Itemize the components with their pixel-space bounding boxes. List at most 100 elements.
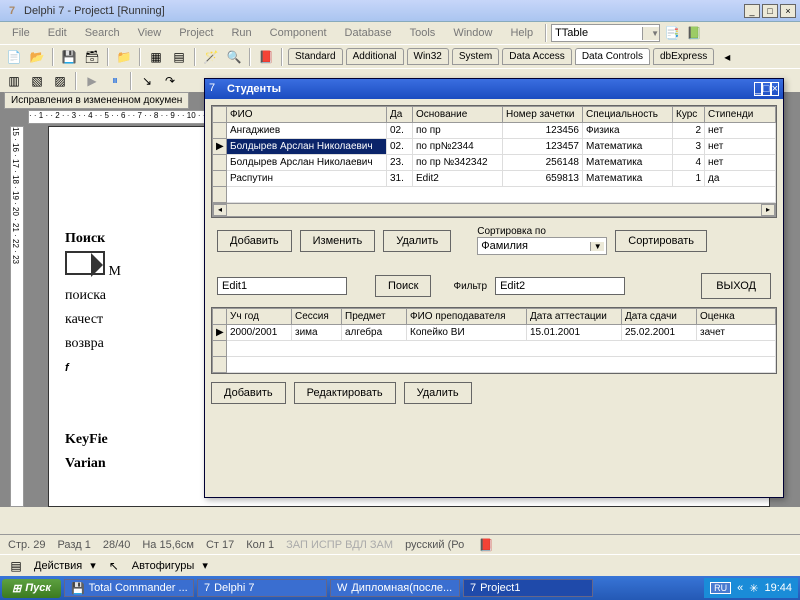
language-indicator[interactable]: RU	[710, 582, 731, 594]
pause-icon[interactable]: ⏸	[105, 71, 125, 91]
search-input[interactable]	[217, 277, 347, 295]
class-combo[interactable]: ▼	[551, 24, 660, 42]
minimize-button[interactable]: _	[744, 4, 760, 18]
menu-project[interactable]: Project	[171, 25, 221, 41]
col-kurs[interactable]: Курс	[673, 107, 705, 123]
start-button[interactable]: ⊞Пуск	[2, 579, 61, 598]
col-att[interactable]: Дата аттестации	[527, 309, 622, 325]
palette-tab[interactable]: Additional	[346, 48, 404, 65]
menu-tools[interactable]: Tools	[402, 25, 444, 41]
table-row[interactable]: Ангаджиев02.по пр123456Физика2нет	[213, 123, 776, 139]
col-year[interactable]: Уч год	[227, 309, 292, 325]
palette-tab-active[interactable]: Data Controls	[575, 48, 650, 65]
view-icon[interactable]: ▤	[6, 556, 26, 576]
grid-scrollbar[interactable]: ◂▸	[212, 203, 776, 217]
taskbar-item[interactable]: 💾Total Commander ...	[64, 579, 194, 597]
table-row-selected[interactable]: ▶Болдырев Арслан Николаевич02.по пр№2344…	[213, 139, 776, 155]
form-icon[interactable]: ▦	[146, 47, 166, 67]
menu-window[interactable]: Window	[445, 25, 500, 41]
col-teach[interactable]: ФИО преподавателя	[407, 309, 527, 325]
palette-tab[interactable]: dbExpress	[653, 48, 714, 65]
maximize-button[interactable]: □	[762, 4, 778, 18]
col-osn[interactable]: Основание	[413, 107, 503, 123]
actions-dropdown[interactable]: Действия	[34, 560, 82, 572]
search-button[interactable]: Поиск	[375, 275, 431, 297]
delete-button[interactable]: Удалить	[383, 230, 451, 252]
col-gr[interactable]: Оценка	[697, 309, 776, 325]
pointer-icon[interactable]: ↖	[104, 556, 124, 576]
wand-icon[interactable]: 🪄	[201, 47, 221, 67]
menu-edit[interactable]: Edit	[40, 25, 75, 41]
book-icon[interactable]: 📕	[476, 535, 496, 555]
chevron-down-icon[interactable]: ▼	[642, 27, 659, 40]
col-spec[interactable]: Специальность	[583, 107, 673, 123]
taskbar-item[interactable]: WДипломная(после...	[330, 579, 460, 597]
open-icon[interactable]: 📂	[27, 47, 47, 67]
close-button[interactable]: ×	[780, 4, 796, 18]
menu-help[interactable]: Help	[502, 25, 541, 41]
child-minimize[interactable]: _	[754, 82, 762, 96]
stepover-icon[interactable]: ↷	[160, 71, 180, 91]
menu-search[interactable]: Search	[77, 25, 128, 41]
saveall-icon[interactable]: 🗃	[82, 47, 102, 67]
run-icon[interactable]: ▶	[82, 71, 102, 91]
add-button[interactable]: Добавить	[217, 230, 292, 252]
col-sess[interactable]: Сессия	[292, 309, 342, 325]
chevron-down-icon[interactable]: ▼	[590, 242, 604, 251]
taskbar-item[interactable]: 7Delphi 7	[197, 579, 327, 597]
table-row[interactable]: Болдырев Арслан Николаевич23.по пр №3423…	[213, 155, 776, 171]
students-grid[interactable]: ФИО Да Основание Номер зачетки Специальн…	[211, 105, 777, 218]
filter-input[interactable]	[495, 277, 625, 295]
chevron-down-icon[interactable]: ▾	[202, 559, 208, 572]
sessions-grid[interactable]: Уч год Сессия Предмет ФИО преподавателя …	[211, 307, 777, 374]
unit-icon[interactable]: ▤	[169, 47, 189, 67]
col-sd[interactable]: Дата сдачи	[622, 309, 697, 325]
palette-tab[interactable]: System	[452, 48, 499, 65]
step-icon[interactable]: ↘	[137, 71, 157, 91]
book-icon[interactable]: 📕	[256, 47, 276, 67]
col-subj[interactable]: Предмет	[342, 309, 407, 325]
tray-icon[interactable]: ✳	[749, 582, 758, 595]
find-icon[interactable]: 🔍	[224, 47, 244, 67]
menu-run[interactable]: Run	[223, 25, 259, 41]
exit-button[interactable]: ВЫХОД	[701, 273, 771, 299]
child-maximize[interactable]: □	[762, 82, 771, 96]
save-icon[interactable]: 💾	[59, 47, 79, 67]
palette-tab[interactable]: Standard	[288, 48, 343, 65]
class-combo-input[interactable]	[552, 27, 642, 39]
menu-file[interactable]: File	[4, 25, 38, 41]
ruler-vertical[interactable]: 15 · 16 · 17 · 18 · 19 · 20 · 21 · 22 · …	[10, 126, 24, 507]
menu-database[interactable]: Database	[337, 25, 400, 41]
edit-button[interactable]: Изменить	[300, 230, 376, 252]
clock[interactable]: 19:44	[764, 582, 792, 594]
tray-expand-icon[interactable]: «	[737, 582, 743, 594]
child-close[interactable]: ×	[771, 82, 779, 96]
child-titlebar[interactable]: 7 Студенты _ □ ×	[205, 79, 783, 99]
taskbar-item-active[interactable]: 7Project1	[463, 579, 593, 597]
col-stip[interactable]: Стипенди	[705, 107, 776, 123]
helper2-icon[interactable]: 📗	[684, 23, 704, 43]
palette-tab[interactable]: Win32	[407, 48, 449, 65]
doc-tab[interactable]: Исправления в измененном докумен	[4, 92, 189, 109]
sort-button[interactable]: Сортировать	[615, 230, 707, 252]
autoshapes-dropdown[interactable]: Автофигуры	[132, 560, 195, 572]
palette-tab[interactable]: Data Access	[502, 48, 572, 65]
sort-combo-input[interactable]	[478, 240, 590, 252]
folder-icon[interactable]: 📁	[114, 47, 134, 67]
edit2-button[interactable]: Редактировать	[294, 382, 396, 404]
table-row[interactable]: ▶2000/2001зимаалгебраКопейко ВИ15.01.200…	[213, 325, 776, 341]
col-fio[interactable]: ФИО	[227, 107, 387, 123]
menu-component[interactable]: Component	[262, 25, 335, 41]
menu-view[interactable]: View	[130, 25, 170, 41]
unit2-icon[interactable]: ▧	[27, 71, 47, 91]
unit1-icon[interactable]: ▥	[4, 71, 24, 91]
col-date[interactable]: Да	[387, 107, 413, 123]
col-num[interactable]: Номер зачетки	[503, 107, 583, 123]
delete2-button[interactable]: Удалить	[404, 382, 472, 404]
sort-combo[interactable]: ▼	[477, 237, 607, 255]
new-icon[interactable]: 📄	[4, 47, 24, 67]
table-row[interactable]: Распутин31.Edit2659813Математика1да	[213, 171, 776, 187]
unit3-icon[interactable]: ▨	[50, 71, 70, 91]
chevron-down-icon[interactable]: ▾	[90, 559, 96, 572]
scroll-left-icon[interactable]: ◂	[717, 47, 737, 67]
